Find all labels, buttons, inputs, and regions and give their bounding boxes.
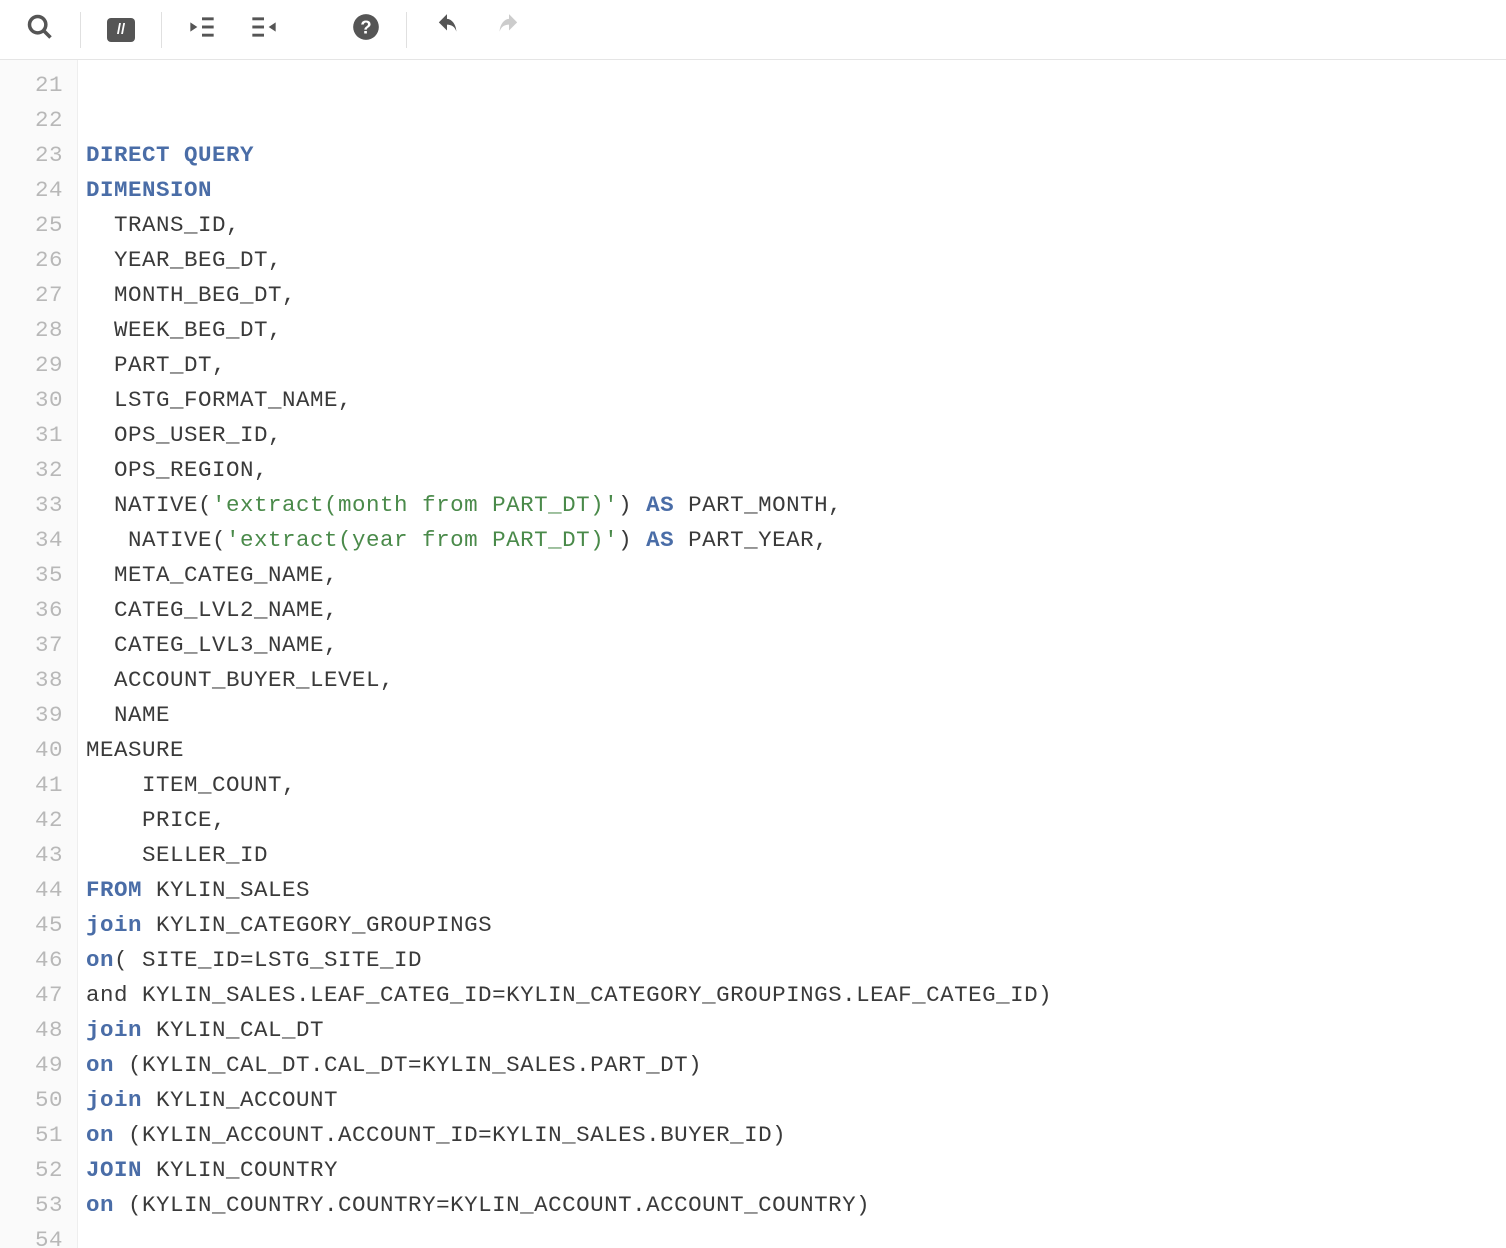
code-line[interactable]: ITEM_COUNT, <box>86 768 1506 803</box>
code-line[interactable]: ACCOUNT_BUYER_LEVEL, <box>86 663 1506 698</box>
toolbar-separator <box>406 12 407 48</box>
line-number: 33 <box>0 488 63 523</box>
line-number: 37 <box>0 628 63 663</box>
code-line[interactable]: FROM KYLIN_SALES <box>86 873 1506 908</box>
editor-toolbar: // ? <box>0 0 1506 60</box>
line-number: 44 <box>0 873 63 908</box>
line-number: 43 <box>0 838 63 873</box>
code-line[interactable]: JOIN KYLIN_COUNTRY <box>86 1153 1506 1188</box>
code-line[interactable]: DIMENSION <box>86 173 1506 208</box>
line-number: 50 <box>0 1083 63 1118</box>
help-icon: ? <box>352 13 380 46</box>
code-line[interactable]: SELLER_ID <box>86 838 1506 873</box>
code-line[interactable]: on (KYLIN_CAL_DT.CAL_DT=KYLIN_SALES.PART… <box>86 1048 1506 1083</box>
code-editor[interactable]: 2122232425262728293031323334353637383940… <box>0 60 1506 1248</box>
line-number: 31 <box>0 418 63 453</box>
line-number: 40 <box>0 733 63 768</box>
svg-text:?: ? <box>360 16 371 37</box>
search-button[interactable] <box>10 0 70 60</box>
line-number: 36 <box>0 593 63 628</box>
code-line[interactable]: OPS_USER_ID, <box>86 418 1506 453</box>
line-number: 49 <box>0 1048 63 1083</box>
line-number: 52 <box>0 1153 63 1188</box>
code-line[interactable]: join KYLIN_CAL_DT <box>86 1013 1506 1048</box>
line-number: 32 <box>0 453 63 488</box>
indent-button[interactable] <box>172 0 232 60</box>
line-number: 46 <box>0 943 63 978</box>
line-number: 25 <box>0 208 63 243</box>
code-line[interactable]: on (KYLIN_COUNTRY.COUNTRY=KYLIN_ACCOUNT.… <box>86 1188 1506 1223</box>
code-line[interactable]: NATIVE('extract(year from PART_DT)') AS … <box>86 523 1506 558</box>
line-number: 38 <box>0 663 63 698</box>
line-number: 21 <box>0 68 63 103</box>
code-line[interactable]: OPS_REGION, <box>86 453 1506 488</box>
search-icon <box>26 13 54 46</box>
code-line[interactable]: and KYLIN_SALES.LEAF_CATEG_ID=KYLIN_CATE… <box>86 978 1506 1013</box>
line-number: 48 <box>0 1013 63 1048</box>
toolbar-separator <box>161 12 162 48</box>
comment-icon: // <box>107 18 135 42</box>
indent-icon <box>188 13 216 46</box>
line-number: 27 <box>0 278 63 313</box>
code-line[interactable]: MEASURE <box>86 733 1506 768</box>
redo-button[interactable] <box>479 0 539 60</box>
redo-icon <box>495 13 523 46</box>
line-number: 45 <box>0 908 63 943</box>
code-line[interactable]: CATEG_LVL3_NAME, <box>86 628 1506 663</box>
line-number-gutter: 2122232425262728293031323334353637383940… <box>0 60 78 1248</box>
code-line[interactable]: PRICE, <box>86 803 1506 838</box>
code-line[interactable]: LSTG_FORMAT_NAME, <box>86 383 1506 418</box>
code-line[interactable]: NAME <box>86 698 1506 733</box>
code-line[interactable]: PART_DT, <box>86 348 1506 383</box>
outdent-icon <box>250 13 278 46</box>
code-line[interactable]: on( SITE_ID=LSTG_SITE_ID <box>86 943 1506 978</box>
line-number: 24 <box>0 173 63 208</box>
undo-icon <box>433 13 461 46</box>
line-number: 47 <box>0 978 63 1013</box>
line-number: 26 <box>0 243 63 278</box>
code-content[interactable]: DIRECT QUERYDIMENSION TRANS_ID, YEAR_BEG… <box>78 60 1506 1248</box>
code-line[interactable] <box>86 1223 1506 1248</box>
line-number: 28 <box>0 313 63 348</box>
line-number: 41 <box>0 768 63 803</box>
code-line[interactable] <box>86 103 1506 138</box>
help-button[interactable]: ? <box>336 0 396 60</box>
line-number: 51 <box>0 1118 63 1153</box>
code-line[interactable]: WEEK_BEG_DT, <box>86 313 1506 348</box>
line-number: 34 <box>0 523 63 558</box>
code-line[interactable]: YEAR_BEG_DT, <box>86 243 1506 278</box>
code-line[interactable]: TRANS_ID, <box>86 208 1506 243</box>
code-line[interactable] <box>86 68 1506 103</box>
outdent-button[interactable] <box>234 0 294 60</box>
line-number: 53 <box>0 1188 63 1223</box>
line-number: 35 <box>0 558 63 593</box>
line-number: 23 <box>0 138 63 173</box>
code-line[interactable]: DIRECT QUERY <box>86 138 1506 173</box>
undo-button[interactable] <box>417 0 477 60</box>
code-line[interactable]: META_CATEG_NAME, <box>86 558 1506 593</box>
line-number: 54 <box>0 1223 63 1248</box>
code-line[interactable]: MONTH_BEG_DT, <box>86 278 1506 313</box>
line-number: 39 <box>0 698 63 733</box>
code-line[interactable]: join KYLIN_CATEGORY_GROUPINGS <box>86 908 1506 943</box>
line-number: 30 <box>0 383 63 418</box>
toolbar-separator <box>80 12 81 48</box>
code-line[interactable]: join KYLIN_ACCOUNT <box>86 1083 1506 1118</box>
line-number: 29 <box>0 348 63 383</box>
comment-toggle-button[interactable]: // <box>91 0 151 60</box>
line-number: 42 <box>0 803 63 838</box>
line-number: 22 <box>0 103 63 138</box>
code-line[interactable]: NATIVE('extract(month from PART_DT)') AS… <box>86 488 1506 523</box>
code-line[interactable]: CATEG_LVL2_NAME, <box>86 593 1506 628</box>
code-line[interactable]: on (KYLIN_ACCOUNT.ACCOUNT_ID=KYLIN_SALES… <box>86 1118 1506 1153</box>
